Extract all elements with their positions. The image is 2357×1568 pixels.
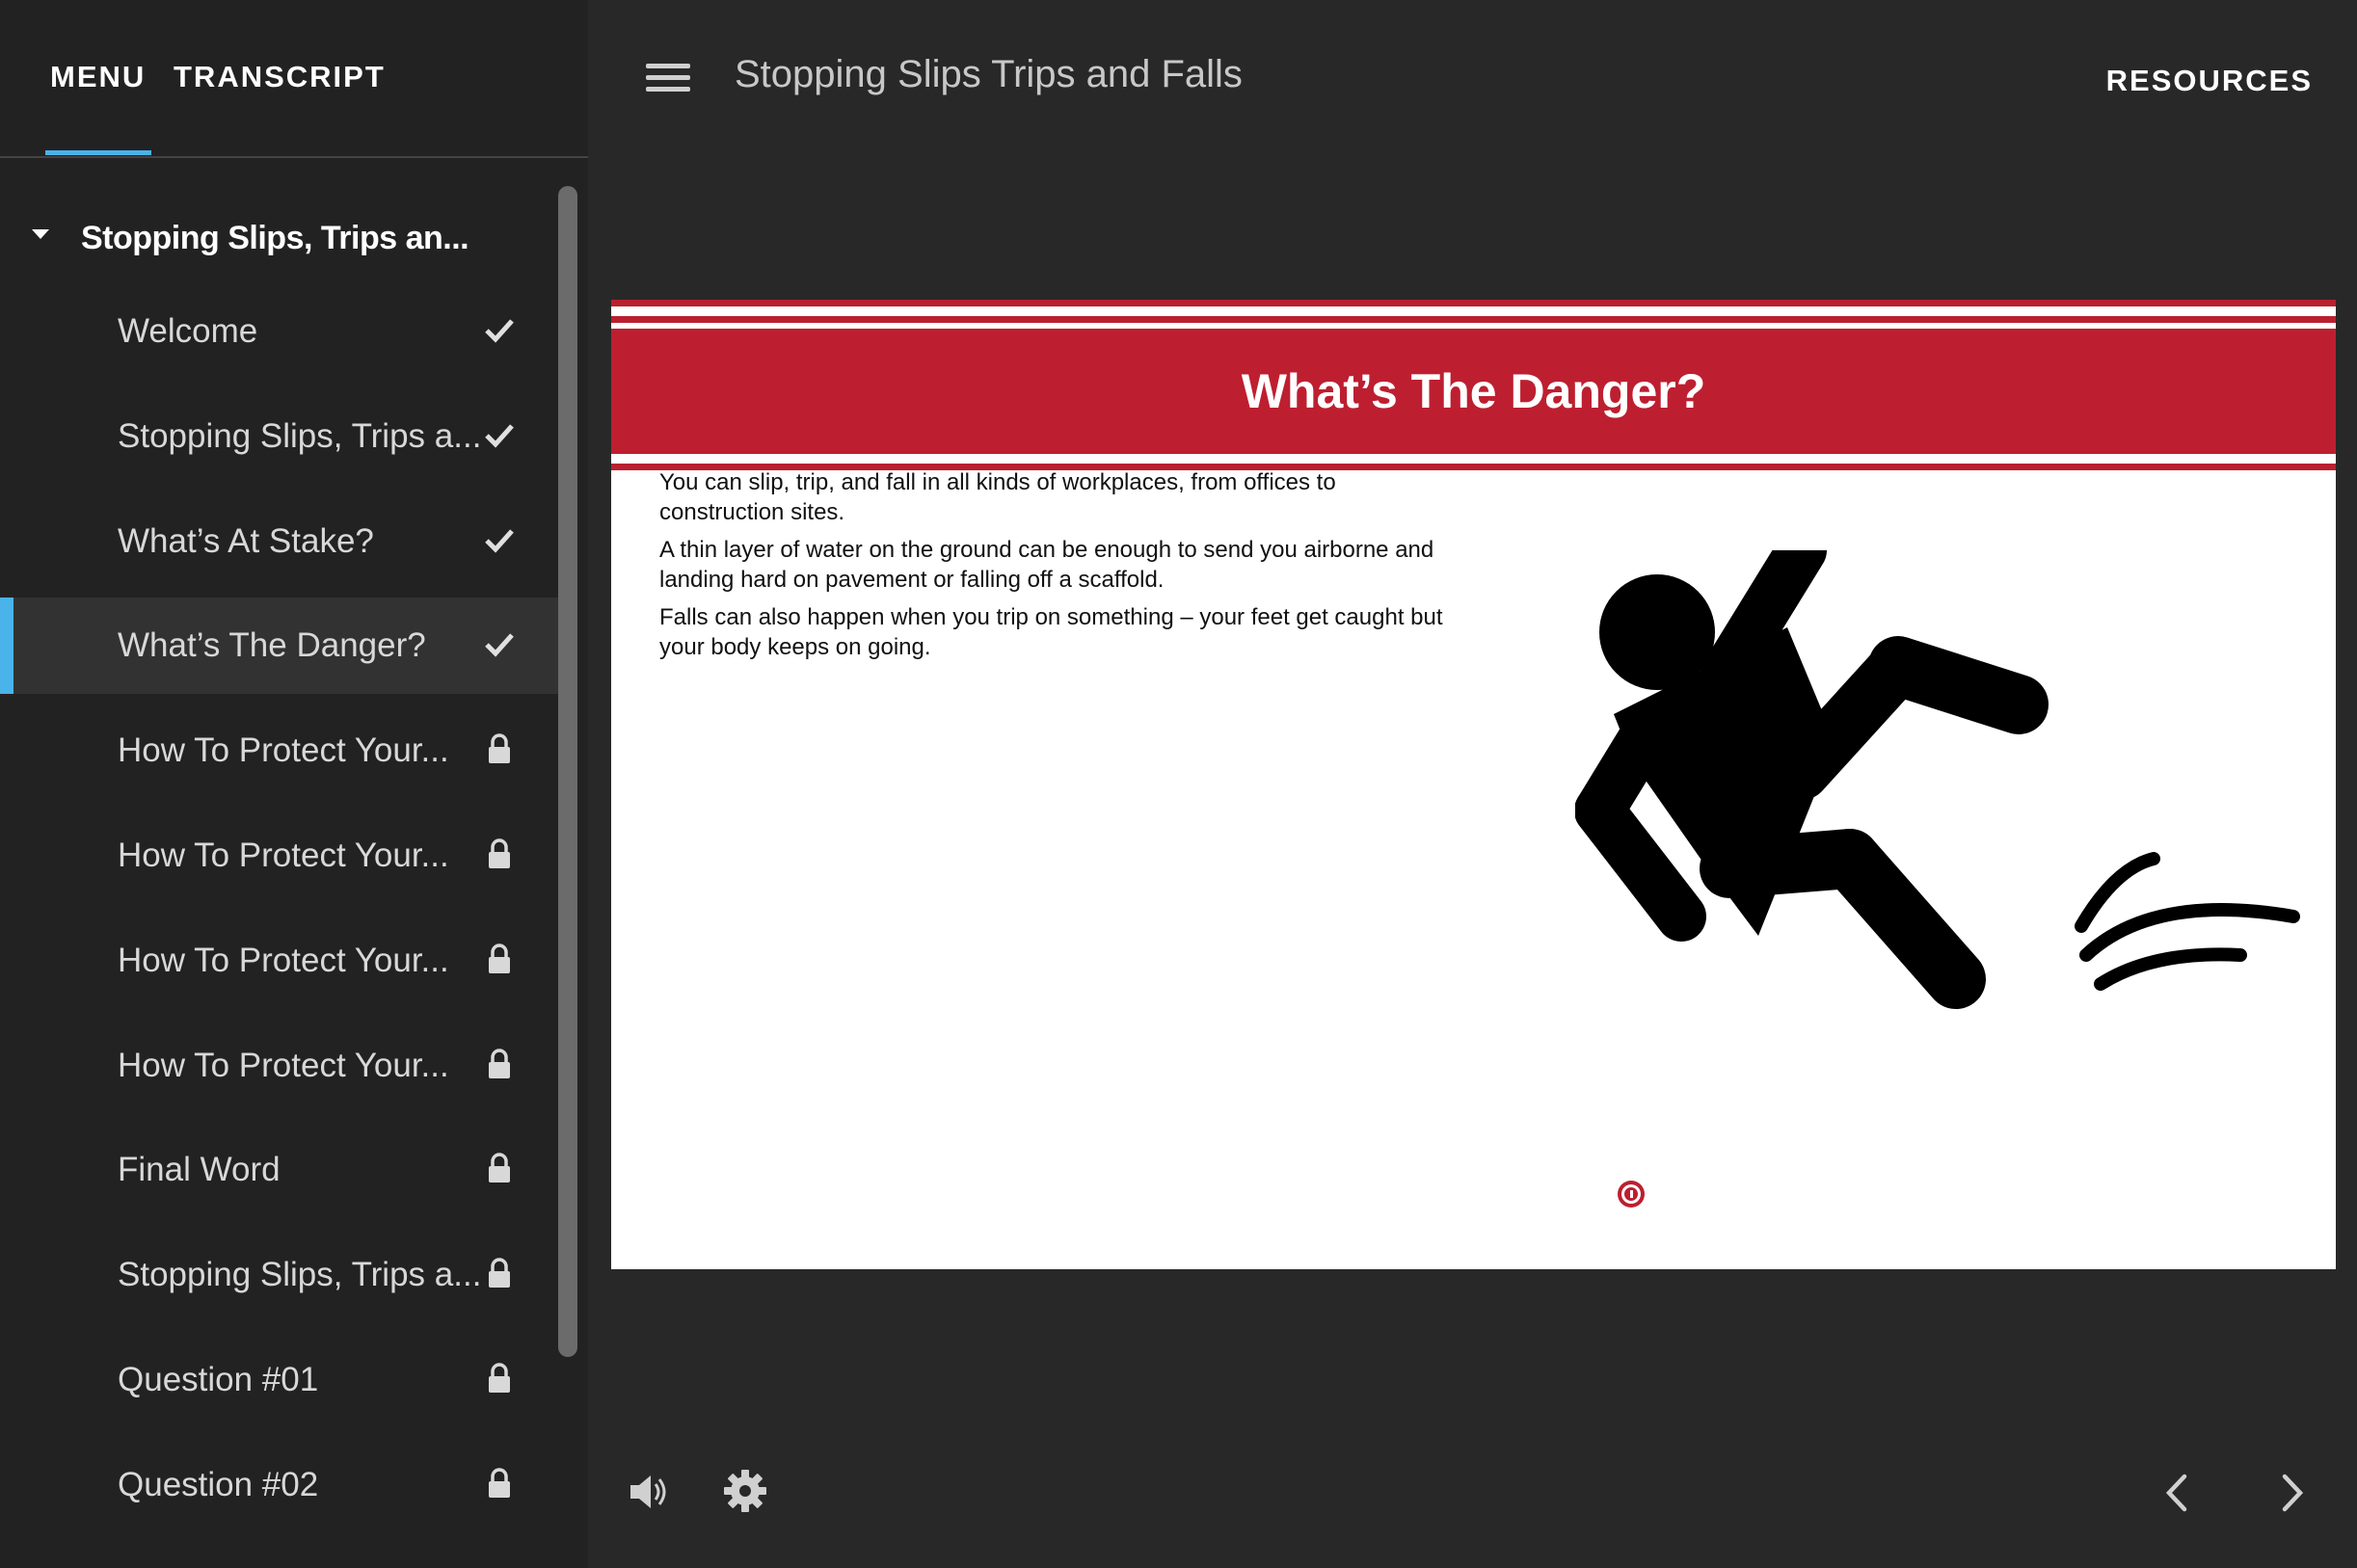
section-title: Stopping Slips, Trips an... [81,220,469,256]
checkmark-icon [485,528,514,553]
chevron-left-icon[interactable] [2157,1469,2196,1517]
active-item-indicator [0,598,13,695]
lock-icon [489,1048,510,1078]
volume-icon[interactable] [625,1468,673,1516]
menu-item-label: How To Protect Your... [118,836,449,874]
menu-item-label: What’s The Danger? [118,626,426,665]
sidebar-scrollbar[interactable] [558,186,577,1357]
lock-icon [489,1258,510,1289]
checkmark-icon [485,319,514,343]
checkmark-icon [485,633,514,658]
menu-item-whats-at-stake[interactable]: What’s At Stake? [0,493,559,590]
active-tab-indicator [45,150,151,155]
menu-item-label: How To Protect Your... [118,1046,449,1084]
chevron-right-icon[interactable] [2273,1469,2312,1517]
lock-icon [489,943,510,973]
lock-icon [489,838,510,868]
info-hotspot-icon[interactable] [1618,1181,1645,1208]
sidebar: MENU TRANSCRIPT Stopping Slips, Trips an… [0,0,588,1568]
menu-item-label: Stopping Slips, Trips a... [118,416,482,455]
lock-icon [489,1363,510,1393]
menu-item-label: Stopping Slips, Trips a... [118,1256,482,1294]
slide-canvas: What’s The Danger? You can slip, trip, a… [611,300,2336,1269]
section-header[interactable]: Stopping Slips, Trips an... [0,206,559,274]
slide-paragraph: Falls can also happen when you trip on s… [659,604,1443,660]
lock-icon [489,733,510,764]
menu-item-final-word[interactable]: Final Word [0,1122,559,1218]
menu-item-label: Question #01 [118,1360,319,1398]
slide-stripe [611,316,2336,323]
course-title: Stopping Slips Trips and Falls [735,53,1243,95]
slide-body-text: You can slip, trip, and fall in all kind… [659,467,1450,670]
checkmark-icon [485,424,514,448]
slide-heading: What’s The Danger? [1241,364,1706,418]
caret-down-icon [32,229,49,239]
slide-stripe [611,300,2336,306]
menu-list: Welcome Stopping Slips, Trips a... What’… [0,283,559,1542]
menu-item-label: How To Protect Your... [118,731,449,770]
course-outline: Stopping Slips, Trips an... Welcome Stop… [0,158,559,1568]
gear-icon[interactable] [721,1467,769,1515]
menu-item-question-02[interactable]: Question #02 [0,1437,559,1533]
menu-item-label: How To Protect Your... [118,941,449,979]
menu-item-label: What’s At Stake? [118,521,374,560]
menu-item-label: Final Word [118,1151,281,1189]
menu-item-summary[interactable]: Stopping Slips, Trips a... [0,1227,559,1323]
menu-item-welcome[interactable]: Welcome [0,283,559,380]
menu-item-intro[interactable]: Stopping Slips, Trips a... [0,388,559,485]
menu-item-protect-2[interactable]: How To Protect Your... [0,808,559,904]
person-slipping-icon [1575,550,2300,1009]
slide-paragraph: A thin layer of water on the ground can … [659,537,1434,593]
hamburger-menu-icon[interactable] [646,64,692,93]
menu-item-label: Welcome [118,312,258,350]
sidebar-tabs: MENU TRANSCRIPT [0,0,588,158]
lock-icon [489,1153,510,1183]
menu-item-protect-4[interactable]: How To Protect Your... [0,1018,559,1114]
resources-button[interactable]: RESOURCES [2106,64,2313,98]
slide-paragraph: You can slip, trip, and fall in all kind… [659,469,1336,525]
lock-icon [489,1468,510,1498]
menu-item-protect-3[interactable]: How To Protect Your... [0,913,559,1009]
menu-item-whats-the-danger[interactable]: What’s The Danger? [0,598,559,695]
menu-item-question-01[interactable]: Question #01 [0,1332,559,1428]
menu-item-protect-1[interactable]: How To Protect Your... [0,703,559,799]
tab-menu[interactable]: MENU [50,60,146,94]
menu-item-label: Question #02 [118,1465,319,1503]
tab-transcript[interactable]: TRANSCRIPT [174,60,386,94]
